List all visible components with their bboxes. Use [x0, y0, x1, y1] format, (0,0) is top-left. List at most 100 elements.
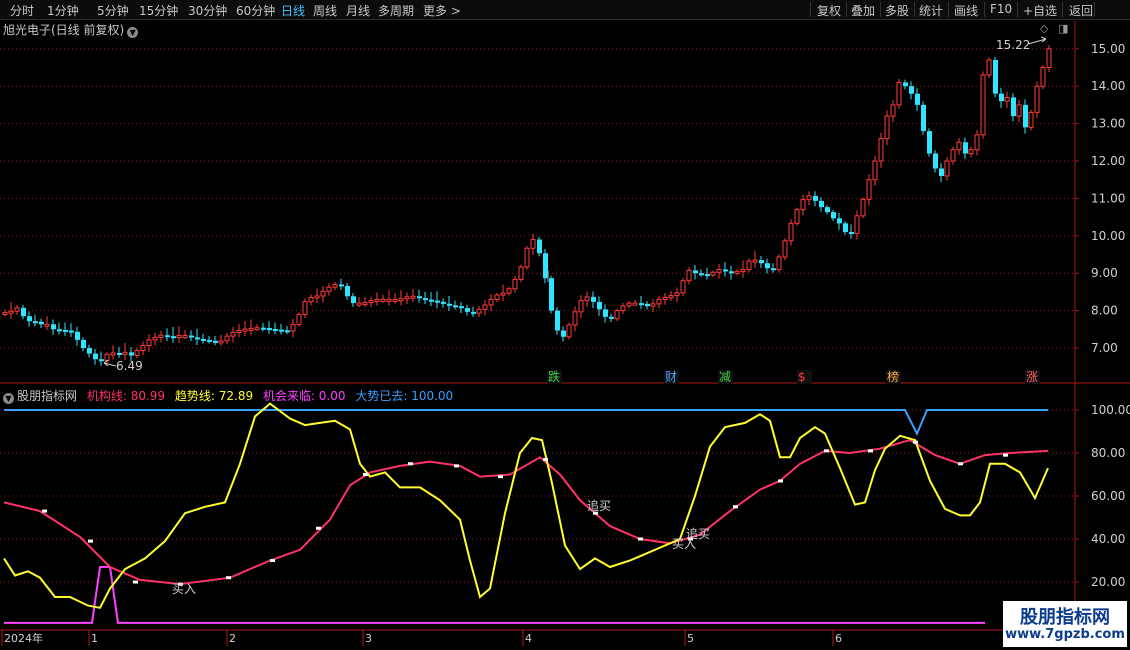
- candle: [806, 191, 812, 206]
- candle-body: [429, 299, 434, 302]
- candle: [99, 351, 104, 366]
- candle: [494, 292, 500, 302]
- candle: [410, 289, 416, 302]
- candle: [680, 277, 686, 297]
- candle-body: [165, 335, 170, 338]
- candle-body: [392, 298, 398, 302]
- candle: [63, 322, 68, 336]
- candle-body: [423, 298, 428, 301]
- line-qushi: [3, 402, 1049, 609]
- candle: [980, 71, 986, 139]
- candle-body: [993, 60, 998, 94]
- candle: [122, 343, 128, 361]
- candle-body: [296, 313, 302, 325]
- candle-body: [213, 340, 218, 343]
- candle: [518, 264, 524, 283]
- candle: [57, 322, 62, 335]
- chevron-down-icon[interactable]: ▼: [3, 393, 14, 404]
- watermark-line2: www.7gpzb.com: [1005, 627, 1125, 642]
- candle: [686, 267, 692, 285]
- candle: [771, 263, 776, 273]
- candle: [471, 306, 476, 317]
- candle-body: [398, 298, 404, 302]
- candle: [417, 289, 422, 303]
- candle-body: [831, 212, 836, 219]
- candle: [482, 299, 488, 316]
- candle: [500, 284, 506, 301]
- candle-body: [488, 298, 494, 306]
- candle-body: [39, 321, 44, 325]
- candle-body: [230, 331, 236, 337]
- candle: [14, 304, 20, 315]
- candle: [626, 301, 632, 309]
- line-dot: [958, 462, 963, 466]
- candle-body: [561, 330, 566, 337]
- candle: [506, 286, 512, 296]
- candle-body: [716, 268, 722, 273]
- candle: [968, 146, 974, 158]
- candle-body: [308, 297, 314, 303]
- candle: [242, 321, 248, 337]
- candle: [614, 308, 620, 321]
- indicator-title[interactable]: ▼ 股朋指标网 机构线: 80.99 趋势线: 72.89 机会来临: 0.00 …: [3, 387, 459, 404]
- candle-body: [158, 334, 164, 338]
- candle: [362, 297, 368, 307]
- event-markers: 跌 财 减 $ 榜 涨: [547, 369, 1040, 384]
- candle-body: [986, 59, 992, 76]
- candle-body: [788, 222, 794, 242]
- indicator-tick-label: 40.00: [1091, 532, 1125, 546]
- candle-body: [267, 328, 272, 331]
- candle-body: [956, 141, 962, 151]
- legend-dashi: 大势已去: 100.00: [355, 389, 454, 403]
- candle-body: [152, 336, 158, 341]
- candle-body: [465, 308, 470, 312]
- candle-body: [819, 200, 824, 208]
- candle: [224, 333, 230, 345]
- watermark-logo: 股朋指标网 www.7gpzb.com: [1003, 601, 1127, 647]
- candle-body: [99, 359, 104, 362]
- candle-body: [345, 285, 350, 297]
- candle-body: [878, 138, 884, 162]
- candle-body: [549, 278, 554, 311]
- candle: [584, 291, 590, 307]
- candle-body: [614, 310, 620, 320]
- candle-body: [2, 311, 8, 315]
- event-marker: 减: [719, 370, 731, 384]
- candle: [441, 298, 446, 308]
- candle-body: [93, 353, 98, 360]
- candle-body: [380, 298, 386, 302]
- candle-body: [746, 260, 752, 270]
- candle-body: [860, 198, 866, 217]
- candle: [746, 258, 752, 273]
- candle-body: [1028, 111, 1034, 128]
- candle: [884, 110, 890, 146]
- candle: [927, 128, 932, 157]
- indicator-name: 股朋指标网: [17, 389, 78, 403]
- candle-body: [87, 348, 92, 354]
- candle: [999, 87, 1004, 108]
- candle-body: [146, 339, 152, 347]
- line-dot: [868, 449, 873, 453]
- candle: [693, 264, 698, 280]
- candle-body: [351, 296, 356, 304]
- candle-body: [740, 268, 746, 272]
- candle: [752, 250, 758, 268]
- candle: [380, 294, 386, 303]
- candle-body: [794, 209, 800, 224]
- candle: [939, 163, 944, 183]
- candle: [699, 269, 704, 277]
- candle-body: [572, 311, 578, 326]
- price-tick-label: 10.00: [1091, 229, 1125, 243]
- candle-body: [1046, 48, 1052, 68]
- candle-body: [650, 303, 656, 307]
- candle-body: [782, 240, 788, 258]
- candle-body: [537, 239, 542, 254]
- candle: [512, 275, 518, 293]
- candle: [674, 287, 680, 302]
- candle: [603, 304, 608, 323]
- price-tick-label: 11.00: [1091, 191, 1125, 205]
- candle-body: [195, 337, 200, 340]
- price-tick-label: 13.00: [1091, 117, 1125, 131]
- low-price-label: 6.49: [116, 359, 143, 373]
- candle-body: [609, 316, 614, 319]
